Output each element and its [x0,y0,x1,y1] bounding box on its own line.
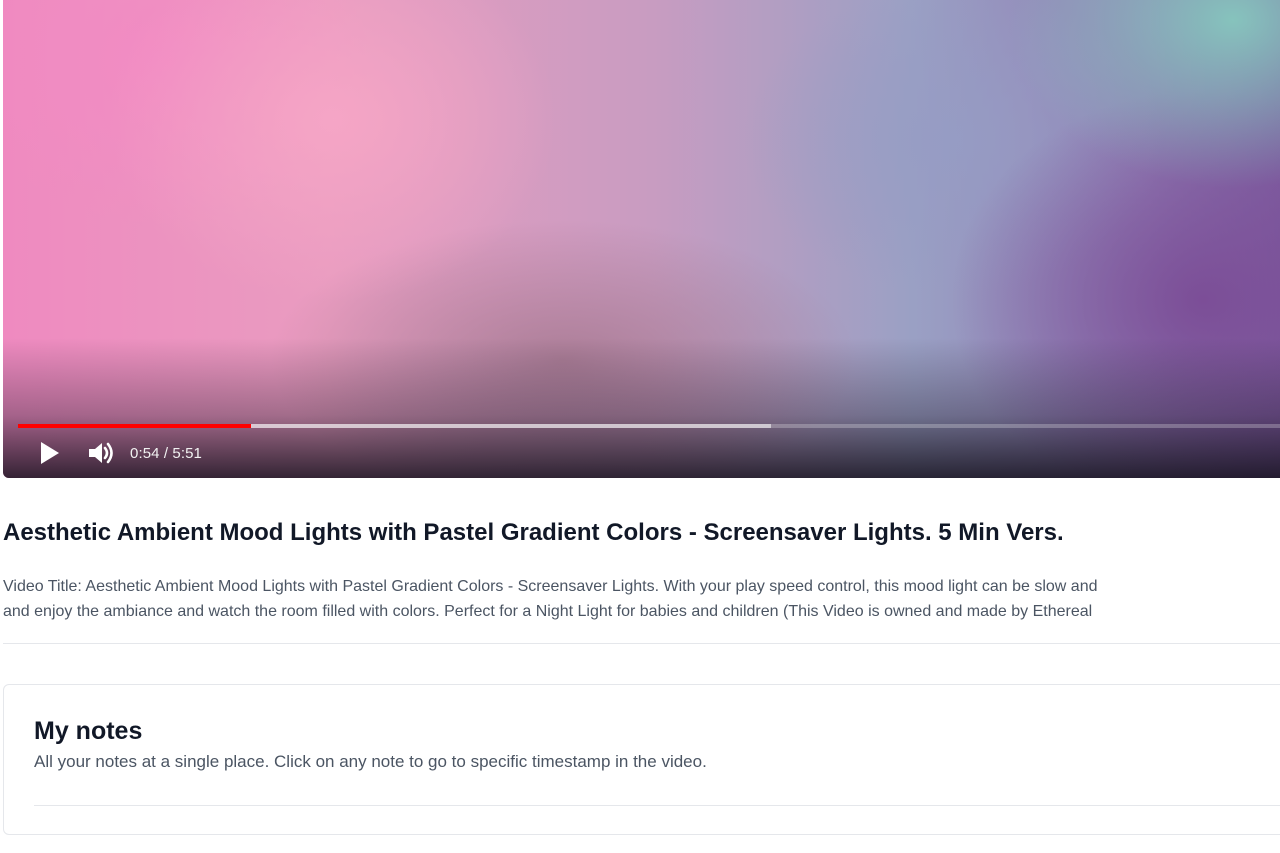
notes-card: My notes All your notes at a single plac… [3,684,1280,835]
section-divider [3,643,1280,644]
volume-button[interactable] [85,436,119,470]
play-button[interactable] [32,436,66,470]
progress-bar[interactable] [18,424,1280,428]
progress-played [18,424,251,428]
video-player[interactable]: 0:54 / 5:51 [3,0,1280,478]
notes-divider [34,805,1280,806]
notes-title: My notes [34,717,143,745]
page: 0:54 / 5:51 Aesthetic Ambient Mood Light… [0,0,1280,853]
video-description: Video Title: Aesthetic Ambient Mood Ligh… [3,574,1280,624]
notes-subtitle: All your notes at a single place. Click … [34,752,707,771]
player-controls: 0:54 / 5:51 [32,436,202,470]
video-title: Aesthetic Ambient Mood Lights with Paste… [3,519,1064,546]
volume-icon [89,442,113,464]
time-display: 0:54 / 5:51 [130,444,202,462]
description-line: Video Title: Aesthetic Ambient Mood Ligh… [3,578,1098,595]
description-line: and enjoy the ambiance and watch the roo… [3,603,1093,620]
play-icon [41,442,59,464]
